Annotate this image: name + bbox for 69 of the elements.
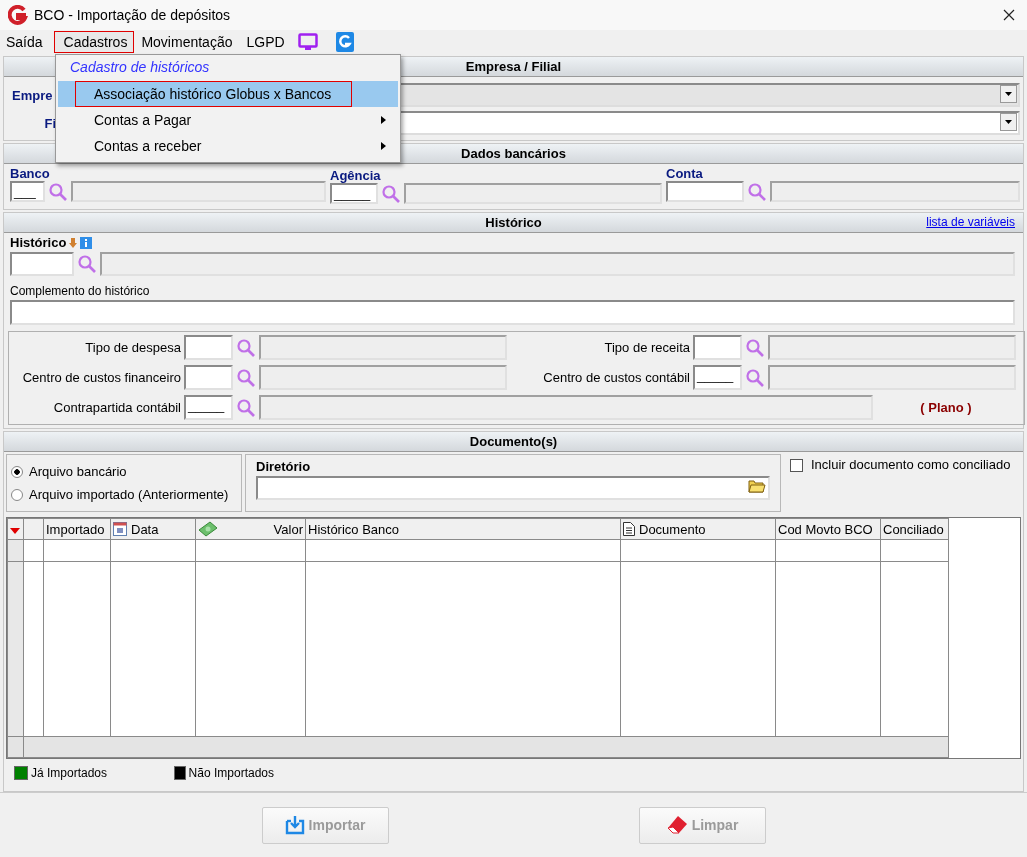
field-label: Empre [12, 87, 54, 103]
menu-item[interactable]: LGPD [243, 31, 292, 53]
plan-label: ( Plano ) [919, 400, 973, 415]
field-label: Tipo de despesa [84, 340, 181, 355]
column-header[interactable]: Documento [620, 518, 776, 540]
search-icon[interactable] [77, 254, 97, 274]
import-icon [284, 815, 305, 835]
column-header[interactable]: Importado [43, 518, 111, 540]
search-icon[interactable] [381, 183, 401, 204]
field-label: Tipo de receita [603, 340, 690, 355]
code-field[interactable]: _____ [184, 395, 233, 420]
field-label: Centro de custos financeiro [21, 370, 181, 385]
code-field[interactable]: ___ [10, 181, 45, 202]
code-field[interactable] [666, 181, 744, 202]
menu-header: Cadastro de históricos [69, 58, 211, 77]
search-icon[interactable] [236, 337, 256, 358]
checkbox[interactable]: Incluir documento como conciliado [784, 454, 1017, 512]
field-label: Histórico [10, 235, 67, 250]
search-icon[interactable] [747, 181, 767, 202]
legend-label: Já Importados [31, 766, 108, 780]
legend-label: Não Importados [188, 766, 274, 780]
app-logo-icon [8, 5, 28, 25]
variables-link[interactable]: lista de variáveis [926, 215, 1015, 229]
menu-item[interactable]: Cadastros [53, 31, 135, 53]
column-header[interactable]: Conciliado [880, 518, 949, 540]
search-icon[interactable] [236, 367, 256, 388]
radio-option[interactable]: Arquivo bancário [11, 464, 237, 479]
eraser-icon [665, 815, 688, 835]
search-icon[interactable] [745, 337, 765, 358]
info-icon[interactable] [80, 236, 93, 249]
menu-item[interactable]: Contas a Pagar [58, 107, 398, 133]
code-field[interactable] [184, 335, 233, 360]
field-label: Agência [330, 168, 382, 183]
window-title: BCO - Importação de depósitos [34, 7, 232, 23]
folder-icon[interactable] [748, 479, 766, 493]
sort-arrow-icon [69, 237, 78, 248]
calendar-icon [113, 522, 127, 536]
code-field[interactable] [10, 252, 74, 276]
menu-item[interactable]: Saída [3, 31, 50, 53]
code-field[interactable]: _____ [693, 365, 742, 390]
column-header[interactable]: Cod Movto BCO [775, 518, 881, 540]
search-icon[interactable] [48, 181, 68, 202]
money-icon [198, 521, 218, 537]
code-field[interactable] [184, 365, 233, 390]
code-field[interactable] [693, 335, 742, 360]
field-label: Complemento do histórico [10, 284, 151, 298]
field-label: Conta [666, 166, 704, 181]
field-label: Contrapartida contábil [52, 400, 181, 415]
field-label: Fi [43, 115, 57, 131]
menu-item[interactable]: Movimentação [138, 31, 240, 53]
field-label: Banco [10, 166, 51, 181]
complement-field[interactable] [10, 300, 1015, 325]
close-icon[interactable] [1003, 9, 1015, 21]
code-field[interactable]: _____ [330, 183, 378, 204]
monitor-icon[interactable] [297, 33, 318, 51]
directory-field[interactable] [256, 476, 770, 500]
field-label: Centro de custos contábil [542, 370, 690, 385]
column-header[interactable]: Data [110, 518, 196, 540]
search-icon[interactable] [745, 367, 765, 388]
column-header[interactable]: Valor [195, 518, 306, 540]
field-label: Diretório [256, 459, 312, 474]
column-header[interactable]: Histórico Banco [305, 518, 621, 540]
app-logo-icon[interactable] [335, 32, 354, 52]
document-icon [623, 522, 635, 536]
section-header: Documento(s) [4, 432, 1023, 452]
menu-item[interactable]: Associação histórico Globus x Bancos [58, 81, 398, 107]
sort-indicator-icon [10, 527, 20, 534]
search-icon[interactable] [236, 397, 256, 418]
radio-option[interactable]: Arquivo importado (Anteriormente) [11, 487, 237, 502]
